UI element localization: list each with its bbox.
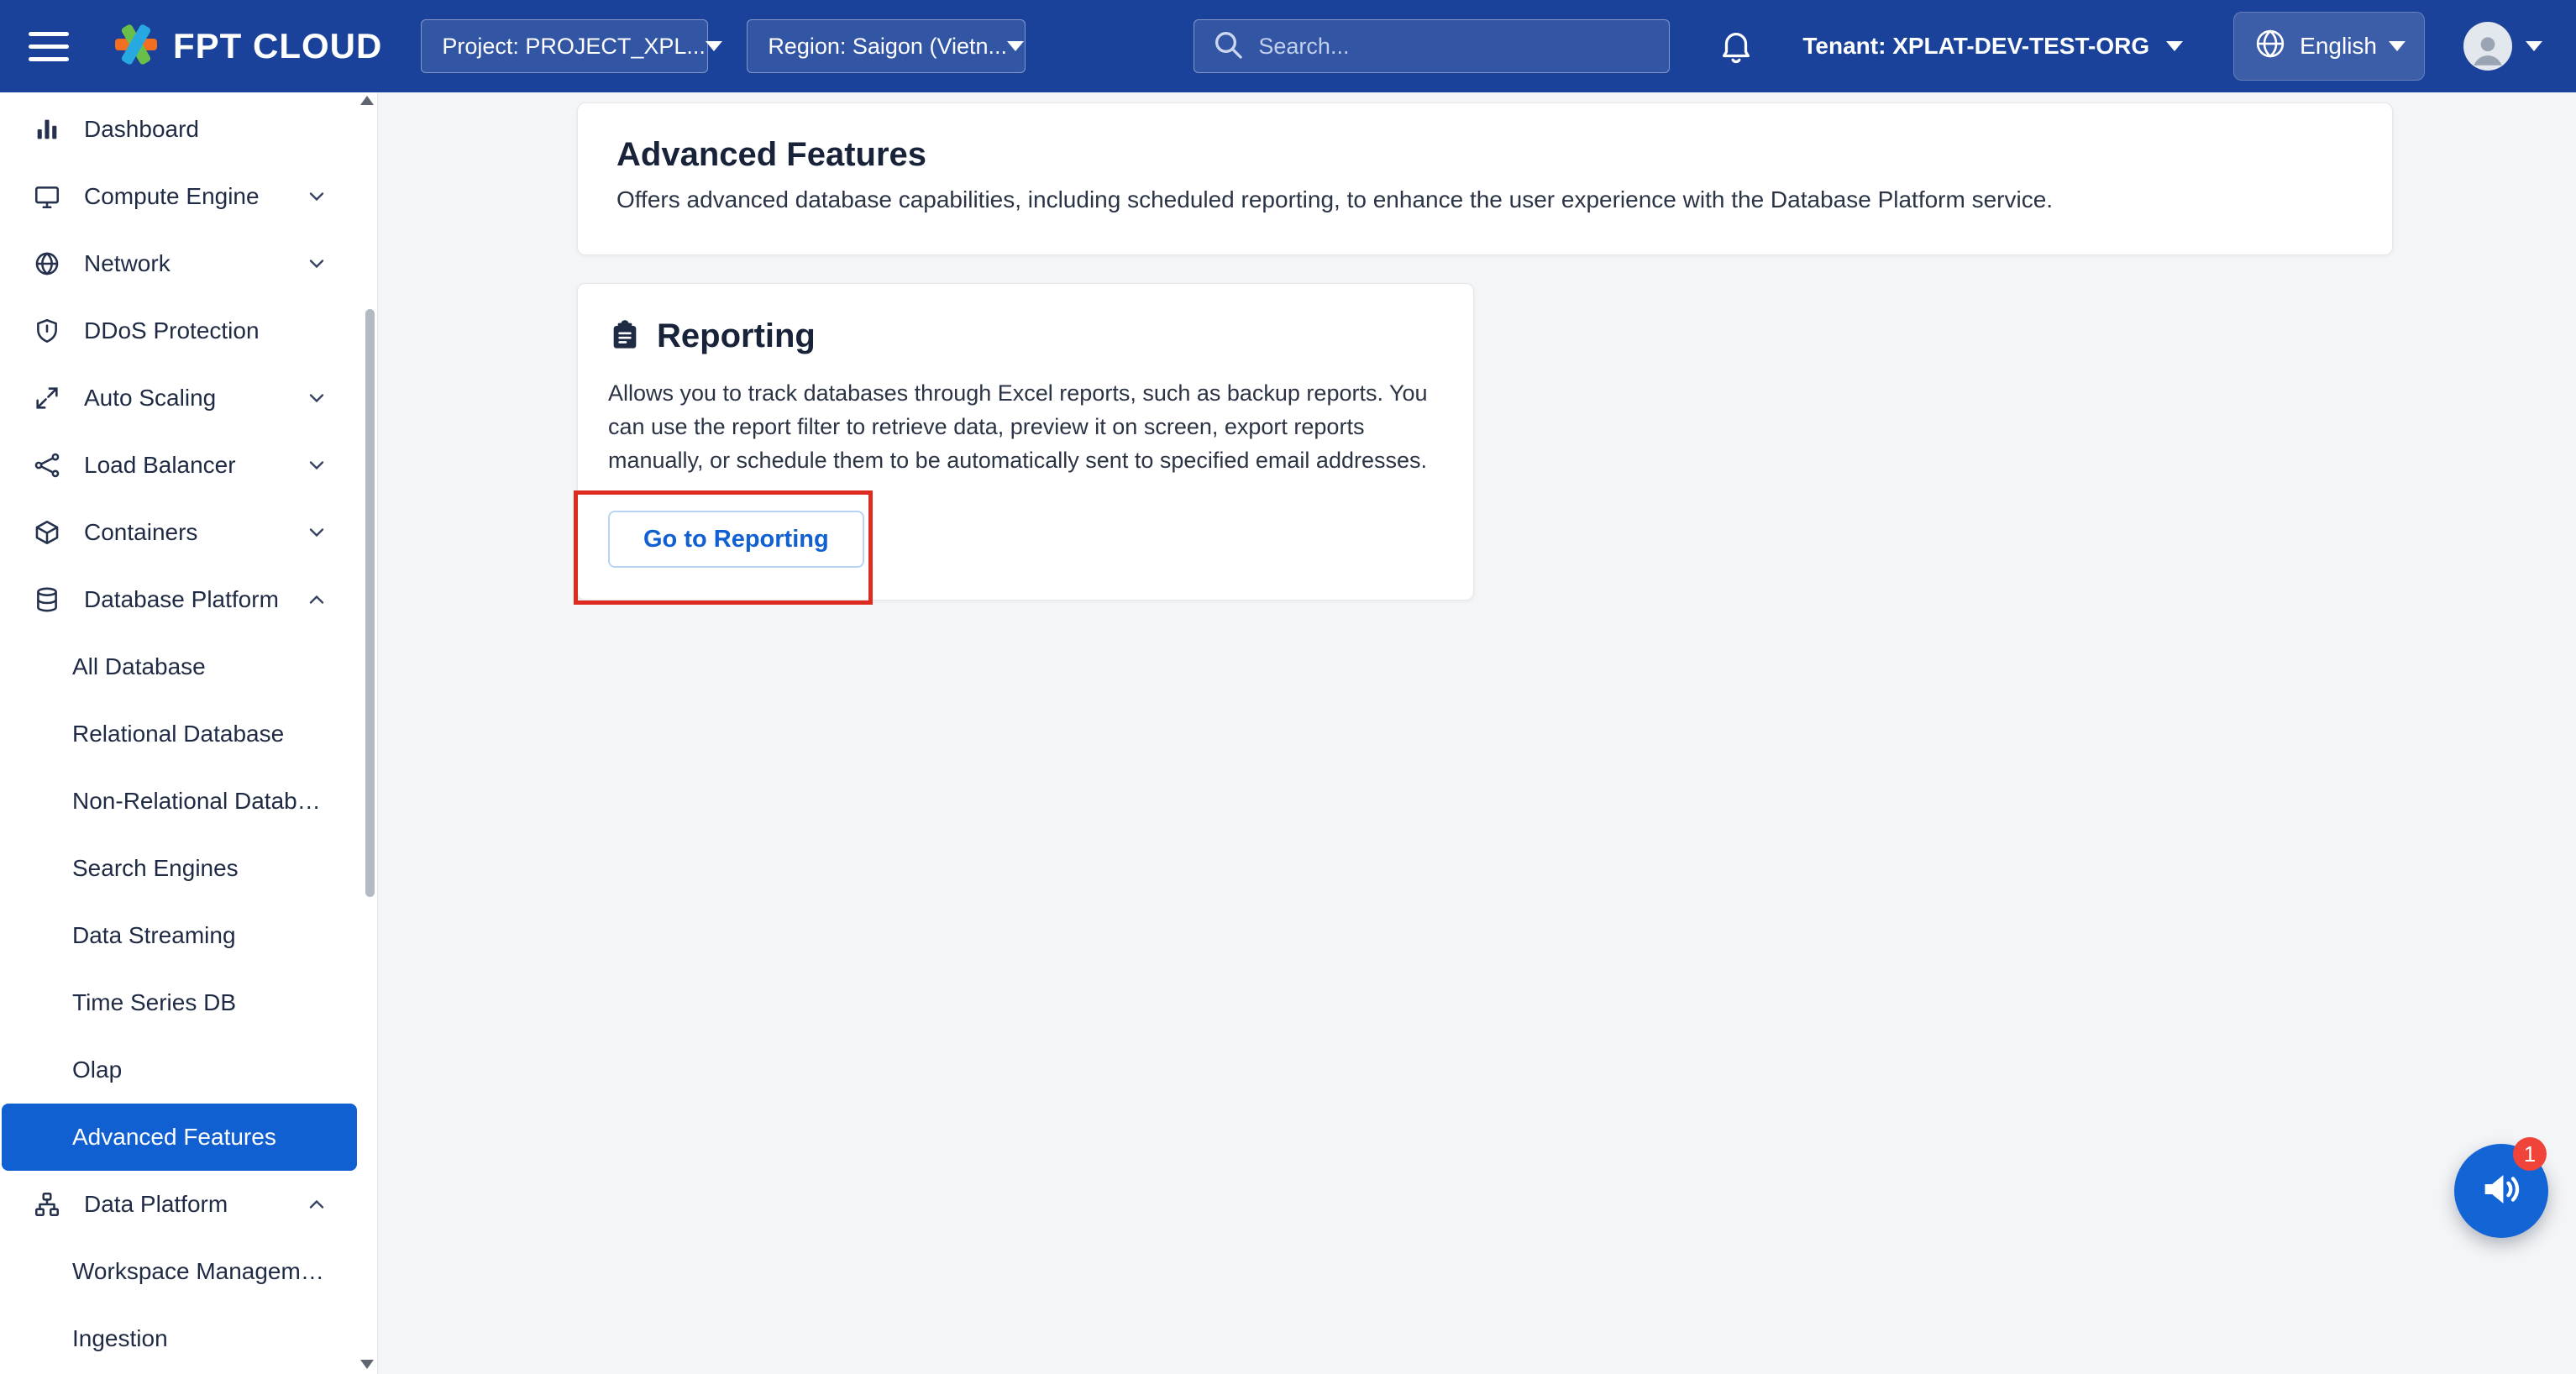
sidebar-item-label: Database Platform [84, 586, 285, 613]
sidebar-item-data-platform[interactable]: Data Platform [0, 1171, 357, 1238]
chevron-down-icon [706, 41, 722, 51]
sidebar-item-label: Search Engines [72, 855, 332, 882]
search-bar[interactable] [1194, 19, 1670, 73]
search-input[interactable] [1258, 34, 1652, 60]
chevron-up-icon [305, 1193, 332, 1216]
page-description: Offers advanced database capabilities, i… [616, 187, 2353, 212]
reporting-card-header: Reporting [608, 317, 1443, 354]
sidebar-item-label: Non-Relational Database [72, 788, 332, 815]
sitemap-icon [30, 1188, 64, 1221]
sidebar-item-label: All Database [72, 653, 332, 680]
sidebar-item-compute-engine[interactable]: Compute Engine [0, 163, 357, 230]
sidebar-item-label: Advanced Features [72, 1124, 332, 1151]
share-nodes-icon [30, 448, 64, 482]
scrollbar-down-arrow[interactable] [360, 1360, 374, 1369]
sidebar-item-time-series-db[interactable]: Time Series DB [0, 969, 357, 1036]
chevron-down-icon [2526, 41, 2542, 51]
sidebar-item-ingestion[interactable]: Ingestion [0, 1305, 357, 1372]
page-title: Advanced Features [616, 137, 2353, 172]
chevron-down-icon [1007, 41, 1024, 51]
main-content: Advanced Features Offers advanced databa… [378, 92, 2576, 1374]
sidebar-item-label: Olap [72, 1057, 332, 1083]
sidebar-item-label: Compute Engine [84, 183, 285, 210]
sidebar-item-dashboard[interactable]: Dashboard [0, 96, 357, 163]
region-selector-label: Region: Saigon (Vietn... [768, 34, 1007, 60]
tenant-selector[interactable]: Tenant: XPLAT-DEV-TEST-ORG [1802, 33, 2183, 60]
sidebar: Dashboard Compute Engine Network [0, 92, 378, 1374]
sidebar-item-all-database[interactable]: All Database [0, 633, 357, 700]
clipboard-icon [608, 317, 642, 355]
chevron-down-icon [305, 521, 332, 544]
sidebar-item-olap[interactable]: Olap [0, 1036, 357, 1104]
sidebar-item-non-relational-database[interactable]: Non-Relational Database [0, 768, 357, 835]
sidebar-item-network[interactable]: Network [0, 230, 357, 297]
sidebar-item-label: Containers [84, 519, 285, 546]
shield-icon [30, 314, 64, 348]
monitor-icon [30, 180, 64, 213]
reporting-card: Reporting Allows you to track databases … [577, 283, 1474, 600]
user-menu[interactable] [2463, 22, 2542, 71]
advanced-features-card: Advanced Features Offers advanced databa… [577, 102, 2393, 255]
scaling-icon [30, 381, 64, 415]
search-icon [1211, 28, 1245, 66]
box-icon [30, 516, 64, 549]
sidebar-item-label: Workspace Management [72, 1258, 332, 1285]
sidebar-item-database-platform[interactable]: Database Platform [0, 566, 357, 633]
database-icon [30, 583, 64, 616]
chevron-down-icon [2166, 41, 2183, 51]
scrollbar-thumb[interactable] [365, 309, 375, 897]
menu-icon[interactable] [29, 21, 79, 71]
scrollbar-up-arrow[interactable] [360, 96, 374, 105]
sidebar-item-label: Dashboard [84, 116, 332, 143]
sidebar-item-label: DDoS Protection [84, 317, 332, 344]
sidebar-item-label: Time Series DB [72, 989, 332, 1016]
region-selector[interactable]: Region: Saigon (Vietn... [747, 19, 1026, 73]
fpt-logo-icon [113, 21, 160, 72]
sidebar-item-label: Ingestion [72, 1325, 332, 1352]
sidebar-item-label: Data Streaming [72, 922, 332, 949]
sidebar-item-load-balancer[interactable]: Load Balancer [0, 432, 357, 499]
reporting-description: Allows you to track databases through Ex… [608, 376, 1443, 477]
sidebar-item-label: Auto Scaling [84, 385, 285, 412]
sidebar-item-label: Relational Database [72, 721, 332, 747]
language-label: English [2300, 33, 2377, 60]
top-bar: FPT CLOUD Project: PROJECT_XPL... Region… [0, 0, 2576, 92]
chevron-down-icon [305, 185, 332, 208]
globe-icon [2253, 26, 2288, 67]
chevron-down-icon [305, 252, 332, 275]
sidebar-item-containers[interactable]: Containers [0, 499, 357, 566]
project-selector-label: Project: PROJECT_XPL... [442, 34, 706, 60]
sidebar-item-relational-database[interactable]: Relational Database [0, 700, 357, 768]
sidebar-item-ddos-protection[interactable]: DDoS Protection [0, 297, 357, 364]
sidebar-item-label: Network [84, 250, 285, 277]
brand-name: FPT CLOUD [173, 26, 382, 66]
go-to-reporting-button[interactable]: Go to Reporting [608, 511, 864, 568]
sidebar-item-data-streaming[interactable]: Data Streaming [0, 902, 357, 969]
network-globe-icon [30, 247, 64, 281]
project-selector[interactable]: Project: PROJECT_XPL... [421, 19, 708, 73]
sidebar-item-workspace-management[interactable]: Workspace Management [0, 1238, 357, 1305]
tenant-label: Tenant: XPLAT-DEV-TEST-ORG [1802, 33, 2149, 60]
reporting-title: Reporting [657, 317, 816, 355]
dashboard-icon [30, 113, 64, 146]
brand-logo[interactable]: FPT CLOUD [113, 21, 382, 72]
sidebar-item-search-engines[interactable]: Search Engines [0, 835, 357, 902]
chevron-down-icon [2389, 41, 2405, 51]
avatar [2463, 22, 2512, 71]
sidebar-item-advanced-features[interactable]: Advanced Features [2, 1104, 357, 1171]
megaphone-icon [2477, 1165, 2526, 1218]
sidebar-item-auto-scaling[interactable]: Auto Scaling [0, 364, 357, 432]
notification-badge: 1 [2513, 1137, 2547, 1171]
chevron-down-icon [305, 454, 332, 477]
language-selector[interactable]: English [2233, 12, 2425, 81]
sidebar-item-label: Load Balancer [84, 452, 285, 479]
chevron-down-icon [305, 386, 332, 410]
sidebar-item-label: Data Platform [84, 1191, 285, 1218]
chevron-up-icon [305, 588, 332, 611]
notification-bell-icon[interactable] [1717, 27, 1755, 66]
